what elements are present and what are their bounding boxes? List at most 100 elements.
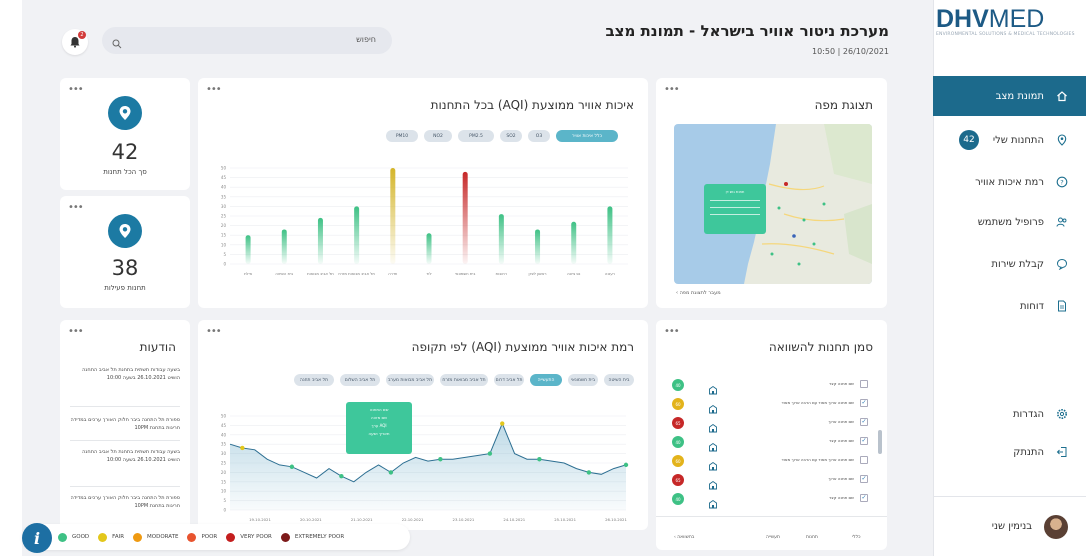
filter-chip[interactable]: בית חשמונאי — [568, 374, 598, 386]
bar — [571, 221, 577, 264]
legend-swatch — [280, 532, 290, 542]
filter-industry[interactable]: תעשייה — [766, 535, 780, 540]
bar — [462, 171, 468, 264]
compare-checkbox[interactable]: ✓ — [860, 399, 868, 407]
brand-logo: DHVMED ENVIRONMENTAL SOLUTIONS & MEDICAL… — [936, 5, 1075, 37]
filter-chip[interactable]: בית השיטה — [604, 374, 634, 386]
sidebar-item-logout[interactable]: התנתק — [933, 432, 1086, 472]
filter-chip[interactable]: SO2 — [500, 130, 522, 142]
bar — [607, 206, 613, 264]
compare-row[interactable]: 40 שם תחנה קצר ✓ — [656, 490, 876, 509]
compare-checkbox[interactable]: ✓ — [860, 418, 868, 426]
bar — [535, 229, 541, 264]
sidebar-item-air-quality[interactable]: ? רמת איכות אוויר — [933, 162, 1086, 202]
filter-chip[interactable]: O3 — [528, 130, 550, 142]
filter-stations[interactable]: תחנות — [806, 535, 818, 540]
sidebar-item-overview[interactable]: תמונת מצב — [933, 76, 1086, 116]
data-point — [487, 451, 493, 456]
compare-row[interactable]: 65 שם תחנה ארוך ✓ — [656, 471, 876, 490]
station-name: שם תחנה ארוך מאוד עם הרבה ארוך מאוד — [781, 457, 854, 462]
card-menu-icon[interactable]: ••• — [68, 202, 84, 213]
sidebar-item-support[interactable]: קבלת שירות — [933, 244, 1086, 284]
sidebar-item-reports[interactable]: דוחות — [933, 286, 1086, 326]
filter-chip[interactable]: PM2.5 — [458, 130, 494, 142]
compare-card: ••• סמן תחנות להשוואה 40 שם תחנה קצר 60 שם … — [656, 320, 887, 550]
compare-row[interactable]: 40 שם תחנה קצר — [656, 376, 876, 395]
filter-chip[interactable]: PM10 — [386, 130, 418, 142]
compare-row[interactable]: 60 שם תחנה ארוך מאוד עם הרבה ארוך מאוד — [656, 452, 876, 471]
filter-chip[interactable]: תל אביב מבואות מזרח — [440, 374, 488, 386]
filter-chip[interactable]: תל אביב תחנה — [294, 374, 334, 386]
legend-item: EXTREMELY POOR — [280, 532, 344, 542]
location-pin-icon — [108, 96, 142, 130]
x-tick-label: בית השיטה — [275, 271, 294, 276]
map-view-link[interactable]: ‹ מעבר לתצוגת מפה — [676, 290, 721, 296]
bar — [317, 217, 323, 264]
station-map[interactable]: תחנת גוש דן — [674, 124, 872, 284]
x-tick-label: בית חשמונאי — [455, 271, 476, 276]
aqi-value-badge: 65 — [672, 417, 684, 429]
user-profile[interactable]: בנימין שני — [933, 496, 1086, 556]
sidebar-item-settings[interactable]: הגדרות — [933, 394, 1086, 434]
compare-checkbox[interactable]: ✓ — [860, 494, 868, 502]
compare-row[interactable]: 60 שם תחנה ארוך מאוד עם הרבה ארוך מאוד ✓ — [656, 395, 876, 414]
map-station-popup[interactable]: תחנת גוש דן — [704, 184, 766, 234]
data-point — [623, 462, 629, 468]
card-menu-icon[interactable]: ••• — [206, 326, 222, 337]
message-item[interactable]: בשעה עבודות תשתית בתחנת תל אביב התחנה הו… — [70, 448, 180, 464]
compare-link[interactable]: ‹ בחשוואה — [674, 535, 694, 540]
divider — [656, 516, 887, 517]
card-menu-icon[interactable]: ••• — [206, 84, 222, 95]
compare-checkbox[interactable]: ✓ — [860, 437, 868, 445]
info-button[interactable]: i — [22, 523, 52, 553]
compare-checkbox[interactable] — [860, 380, 868, 388]
y-tick-label: 35 — [221, 194, 227, 199]
filter-chip[interactable]: תל אביב דרום — [494, 374, 524, 386]
y-tick-label: 20 — [221, 223, 227, 228]
divider — [70, 440, 180, 441]
message-item[interactable]: ספורת תל התחנה ביבר חלוק האורך ערכים במד… — [70, 416, 180, 432]
notifications-button[interactable]: 2 — [62, 29, 88, 55]
card-menu-icon[interactable]: ••• — [68, 84, 84, 95]
station-name: שם תחנה ארוך — [828, 419, 854, 424]
message-item[interactable]: ספורת תל התחנה ביבר חלוק האורך ערכים במד… — [70, 494, 180, 510]
sidebar-item-user-profile[interactable]: פרופיל משתמש — [933, 202, 1086, 242]
location-icon — [1054, 132, 1070, 148]
compare-checkbox[interactable] — [860, 456, 868, 464]
x-tick-label: תל אביב מבואות מזרח — [338, 271, 375, 276]
y-tick-label: 5 — [223, 498, 226, 503]
data-point — [586, 470, 592, 475]
compare-row[interactable]: 40 שם תחנה קצר ✓ — [656, 433, 876, 452]
message-item[interactable]: בשעה עבודות תשתית בתחנת תל אביב התחנה הו… — [70, 366, 180, 382]
divider — [70, 486, 180, 487]
filter-chip[interactable]: כלל איכות אוויר — [556, 130, 618, 142]
aqi-value-badge: 60 — [672, 398, 684, 410]
users-icon — [1054, 214, 1070, 230]
filter-chip[interactable]: NO2 — [424, 130, 452, 142]
aqi-period-title: רמת איכות אוויר ממוצעת (AQI) לפי תקופה — [411, 340, 634, 354]
filter-general[interactable]: כללי — [852, 535, 861, 540]
bar — [390, 168, 396, 264]
card-menu-icon[interactable]: ••• — [664, 326, 680, 337]
legend-label: FAIR — [112, 534, 125, 540]
compare-checkbox[interactable]: ✓ — [860, 475, 868, 483]
aqi-value-badge: 65 — [672, 474, 684, 486]
compare-title: סמן תחנות להשוואה — [768, 340, 873, 354]
filter-chip[interactable]: תל אביב השלום — [340, 374, 380, 386]
scrollbar-thumb[interactable] — [878, 430, 882, 454]
y-tick-label: 50 — [221, 414, 227, 419]
x-tick-label: ראשון לציון — [529, 271, 547, 276]
x-tick-label: נס ציונה — [567, 271, 581, 276]
filter-chip[interactable]: התעשייה — [530, 374, 562, 386]
filter-chip[interactable]: תל אביב מבואות מערב — [386, 374, 434, 386]
bar — [281, 229, 287, 264]
aqi-value-badge: 40 — [672, 493, 684, 505]
gear-icon — [1054, 406, 1070, 422]
search-input[interactable]: חיפוש — [102, 27, 392, 54]
compare-row[interactable]: 65 שם תחנה ארוך ✓ — [656, 414, 876, 433]
card-menu-icon[interactable]: ••• — [68, 326, 84, 337]
chart-tooltip: שם התחנה שם מזהה ערך AQI תאריך ושעה — [346, 402, 412, 454]
sidebar-item-my-stations[interactable]: התחנות שלי 42 — [933, 120, 1086, 160]
data-point — [289, 464, 295, 469]
card-menu-icon[interactable]: ••• — [664, 84, 680, 95]
